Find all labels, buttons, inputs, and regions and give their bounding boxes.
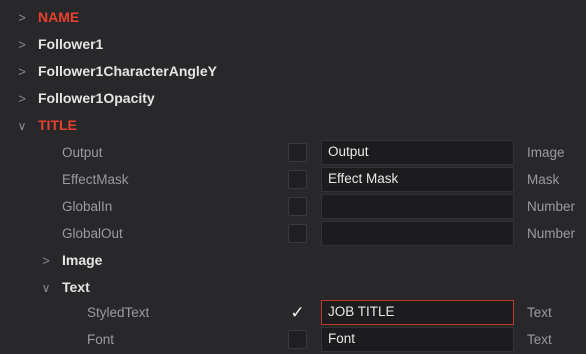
group-label: Text	[62, 279, 90, 295]
chevron-right-icon[interactable]: >	[14, 31, 30, 58]
input-type: Number	[527, 199, 576, 214]
input-name: GlobalIn	[62, 199, 113, 214]
input-checkbox[interactable]	[288, 224, 307, 243]
input-row-output: Output Output Image	[0, 139, 586, 166]
tree-item-follower1-opacity[interactable]: > Follower1Opacity	[0, 85, 586, 112]
tree-group-image[interactable]: > Image	[0, 247, 586, 274]
tree-item-label: Follower1	[38, 36, 104, 52]
input-row-font: Font Font Text	[0, 326, 586, 353]
tree-item-label: TITLE	[38, 117, 77, 133]
input-name: EffectMask	[62, 172, 129, 187]
input-connection-field[interactable]: Output	[321, 140, 514, 165]
input-connection-field[interactable]	[321, 221, 514, 246]
tree-item-label: NAME	[38, 9, 80, 25]
input-type: Image	[527, 145, 565, 160]
input-row-global-out: GlobalOut Number	[0, 220, 586, 247]
chevron-right-icon[interactable]: >	[14, 85, 30, 112]
input-connection-field[interactable]	[321, 194, 514, 219]
input-connection-field[interactable]: Font	[321, 327, 514, 352]
input-row-styled-text: StyledText ✓ JOB TITLE Text	[0, 299, 586, 326]
modifier-tree-panel: > NAME > Follower1 > Follower1CharacterA…	[0, 0, 586, 354]
chevron-down-icon[interactable]: ∨	[14, 112, 30, 139]
tree-group-text[interactable]: ∨ Text	[0, 274, 586, 301]
input-connection-field[interactable]: JOB TITLE	[321, 300, 514, 325]
chevron-right-icon[interactable]: >	[38, 247, 54, 274]
input-name: GlobalOut	[62, 226, 123, 241]
tree-item-label: Follower1CharacterAngleY	[38, 63, 217, 79]
input-checkbox[interactable]	[288, 330, 307, 349]
chevron-down-icon[interactable]: ∨	[38, 274, 54, 301]
input-checkbox[interactable]	[288, 170, 307, 189]
input-row-global-in: GlobalIn Number	[0, 193, 586, 220]
input-row-effect-mask: EffectMask Effect Mask Mask	[0, 166, 586, 193]
input-type: Text	[527, 332, 552, 347]
tree-item-label: Follower1Opacity	[38, 90, 155, 106]
input-type: Text	[527, 305, 552, 320]
checkmark-icon[interactable]: ✓	[288, 303, 307, 322]
input-connection-field[interactable]: Effect Mask	[321, 167, 514, 192]
input-name: Output	[62, 145, 103, 160]
input-type: Number	[527, 226, 576, 241]
chevron-right-icon[interactable]: >	[14, 58, 30, 85]
tree-item-name[interactable]: > NAME	[0, 4, 586, 31]
tree-item-follower1-character-angle-y[interactable]: > Follower1CharacterAngleY	[0, 58, 586, 85]
tree-item-title[interactable]: ∨ TITLE	[0, 112, 586, 139]
group-label: Image	[62, 252, 103, 268]
input-checkbox[interactable]	[288, 197, 307, 216]
chevron-right-icon[interactable]: >	[14, 4, 30, 31]
input-name: StyledText	[87, 305, 150, 320]
input-name: Font	[87, 332, 115, 347]
input-checkbox[interactable]	[288, 143, 307, 162]
tree-item-follower1[interactable]: > Follower1	[0, 31, 586, 58]
input-type: Mask	[527, 172, 560, 187]
